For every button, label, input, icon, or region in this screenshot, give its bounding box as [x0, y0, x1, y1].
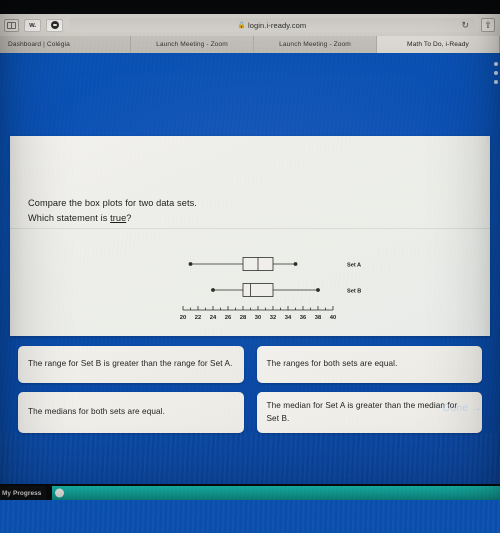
sidebar-toggle-icon[interactable] [4, 18, 19, 32]
tab-favicon-circle[interactable] [46, 18, 63, 32]
reload-icon[interactable]: ↻ [461, 20, 469, 30]
answer-choice-b[interactable]: The ranges for both sets are equal. [256, 346, 482, 383]
browser-tab-1[interactable]: Launch Meeting - Zoom [131, 36, 254, 53]
handle-dot [493, 79, 498, 84]
screen-scanline-band [0, 433, 500, 533]
lock-icon: 🔒 [237, 22, 246, 29]
box-plot-svg: Set A Set B 20 22 24 26 28 30 32 34 36 38 40 [180, 257, 361, 321]
axis-tick-label: 34 [285, 315, 292, 321]
browser-toolbar: w. 🔒 login.i-ready.com ↻ ⇧ [0, 14, 500, 36]
progress-bar-container: My Progress [0, 486, 500, 500]
axis-tick-label: 32 [270, 315, 276, 321]
url-text: login.i-ready.com [247, 20, 307, 30]
answer-choice-a[interactable]: The range for Set B is greater than the … [18, 346, 244, 383]
whisker-endpoint [293, 262, 298, 266]
answer-choice-list: The range for Set B is greater than the … [18, 346, 482, 433]
series-label-1: Set A [347, 263, 361, 269]
toolbar-left-group: w. [0, 18, 63, 32]
question-line-2: Which statement is true? [28, 211, 197, 226]
box-plot-figure: Set A Set B 20 22 24 26 28 30 32 34 36 38 40 [175, 246, 385, 326]
axis-tick-label: 28 [240, 315, 247, 321]
iready-app-page: Compare the box plots for two data sets.… [0, 53, 500, 533]
series-label-2: Set B [347, 289, 361, 295]
progress-knob-icon [55, 488, 64, 498]
question-line-2-post: ? [126, 213, 132, 223]
sidebar-glyph-icon [7, 21, 16, 29]
axis-tick-label: 40 [330, 315, 336, 321]
box-plot-series-1 [188, 257, 298, 271]
axis-tick-label: 24 [210, 315, 217, 321]
question-line-2-pre: Which statement is [28, 213, 111, 223]
whisker-endpoint [211, 288, 215, 292]
toolbar-right-group: ⇧ [481, 18, 500, 32]
browser-tab-2[interactable]: Launch Meeting - Zoom [254, 36, 377, 53]
question-prompt: Compare the box plots for two data sets.… [28, 196, 197, 226]
axis-tick-label: 26 [225, 315, 232, 321]
browser-tab-strip: Dashboard | Colégia Launch Meeting - Zoo… [0, 36, 500, 53]
question-line-1: Compare the box plots for two data sets. [28, 198, 197, 208]
address-bar[interactable]: 🔒 login.i-ready.com ↻ [69, 18, 475, 32]
box-plot-series-2 [211, 283, 320, 297]
tab-favicon-w[interactable]: w. [24, 18, 41, 32]
browser-tab-3[interactable]: Math To Do, i-Ready [377, 36, 500, 53]
share-icon[interactable]: ⇧ [481, 18, 495, 32]
axis-tick-label: 30 [255, 315, 261, 321]
handle-dot [493, 70, 498, 75]
card-divider [10, 228, 490, 229]
whisker-endpoint [316, 288, 320, 292]
browser-tab-0[interactable]: Dashboard | Colégia [0, 36, 131, 53]
axis-tick-label: 36 [300, 315, 307, 321]
circle-icon [50, 21, 59, 29]
whisker-endpoint [188, 262, 193, 266]
question-emphasis-true: true [110, 213, 127, 223]
axis-tick-label: 22 [195, 315, 201, 321]
done-button[interactable]: Done → [443, 403, 482, 414]
handle-dot [493, 62, 498, 67]
answer-choice-c[interactable]: The medians for both sets are equal. [18, 392, 244, 433]
right-edge-handle[interactable] [492, 60, 499, 86]
question-card: Compare the box plots for two data sets.… [10, 136, 490, 336]
progress-label: My Progress [0, 486, 46, 500]
axis-tick-label: 20 [180, 315, 186, 321]
axis-tick-label: 38 [315, 315, 322, 321]
url-text-group: 🔒 login.i-ready.com [238, 21, 306, 30]
progress-bar-fill[interactable] [52, 486, 500, 500]
device-top-bezel [0, 0, 500, 14]
quartile-box [242, 283, 274, 297]
